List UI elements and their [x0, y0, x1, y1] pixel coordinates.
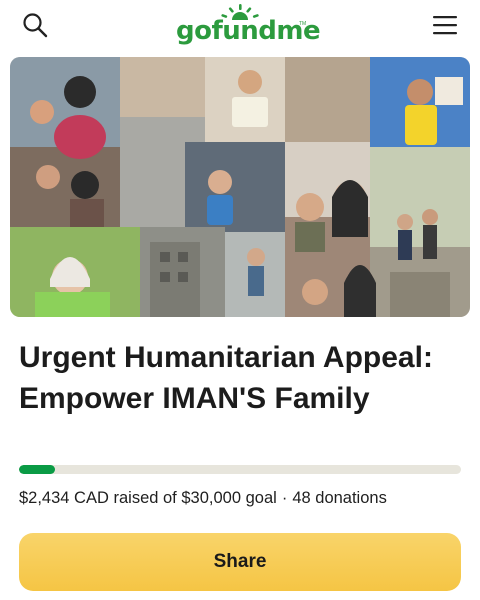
goal-label: goal	[245, 489, 277, 507]
raised-label: raised of	[113, 489, 177, 507]
progress-bar-fill	[19, 465, 55, 474]
hamburger-menu-icon	[433, 16, 457, 35]
donations-count: 48 donations	[292, 489, 387, 507]
menu-button[interactable]	[428, 8, 462, 42]
top-header: gofundme TM	[0, 0, 480, 52]
campaign-page: gofundme TM Urgent Humanitarian Appeal: …	[0, 0, 480, 600]
share-button[interactable]: Share	[19, 533, 461, 591]
campaign-hero-image[interactable]	[10, 57, 470, 317]
search-button[interactable]	[18, 8, 52, 42]
raised-amount: $2,434 CAD	[19, 489, 109, 507]
logo-trademark: TM	[299, 21, 307, 27]
funding-summary: $2,434 CAD raised of $30,000 goal · 48 don…	[19, 489, 387, 508]
goal-amount: $30,000	[181, 489, 242, 507]
campaign-title: Urgent Humanitarian Appeal: Empower IMAN…	[19, 341, 433, 415]
gofundme-logo[interactable]: gofundme TM	[176, 4, 321, 48]
progress-bar	[19, 465, 461, 474]
photo-collage	[10, 57, 470, 317]
search-icon	[23, 13, 48, 38]
separator-dot: ·	[281, 489, 288, 507]
